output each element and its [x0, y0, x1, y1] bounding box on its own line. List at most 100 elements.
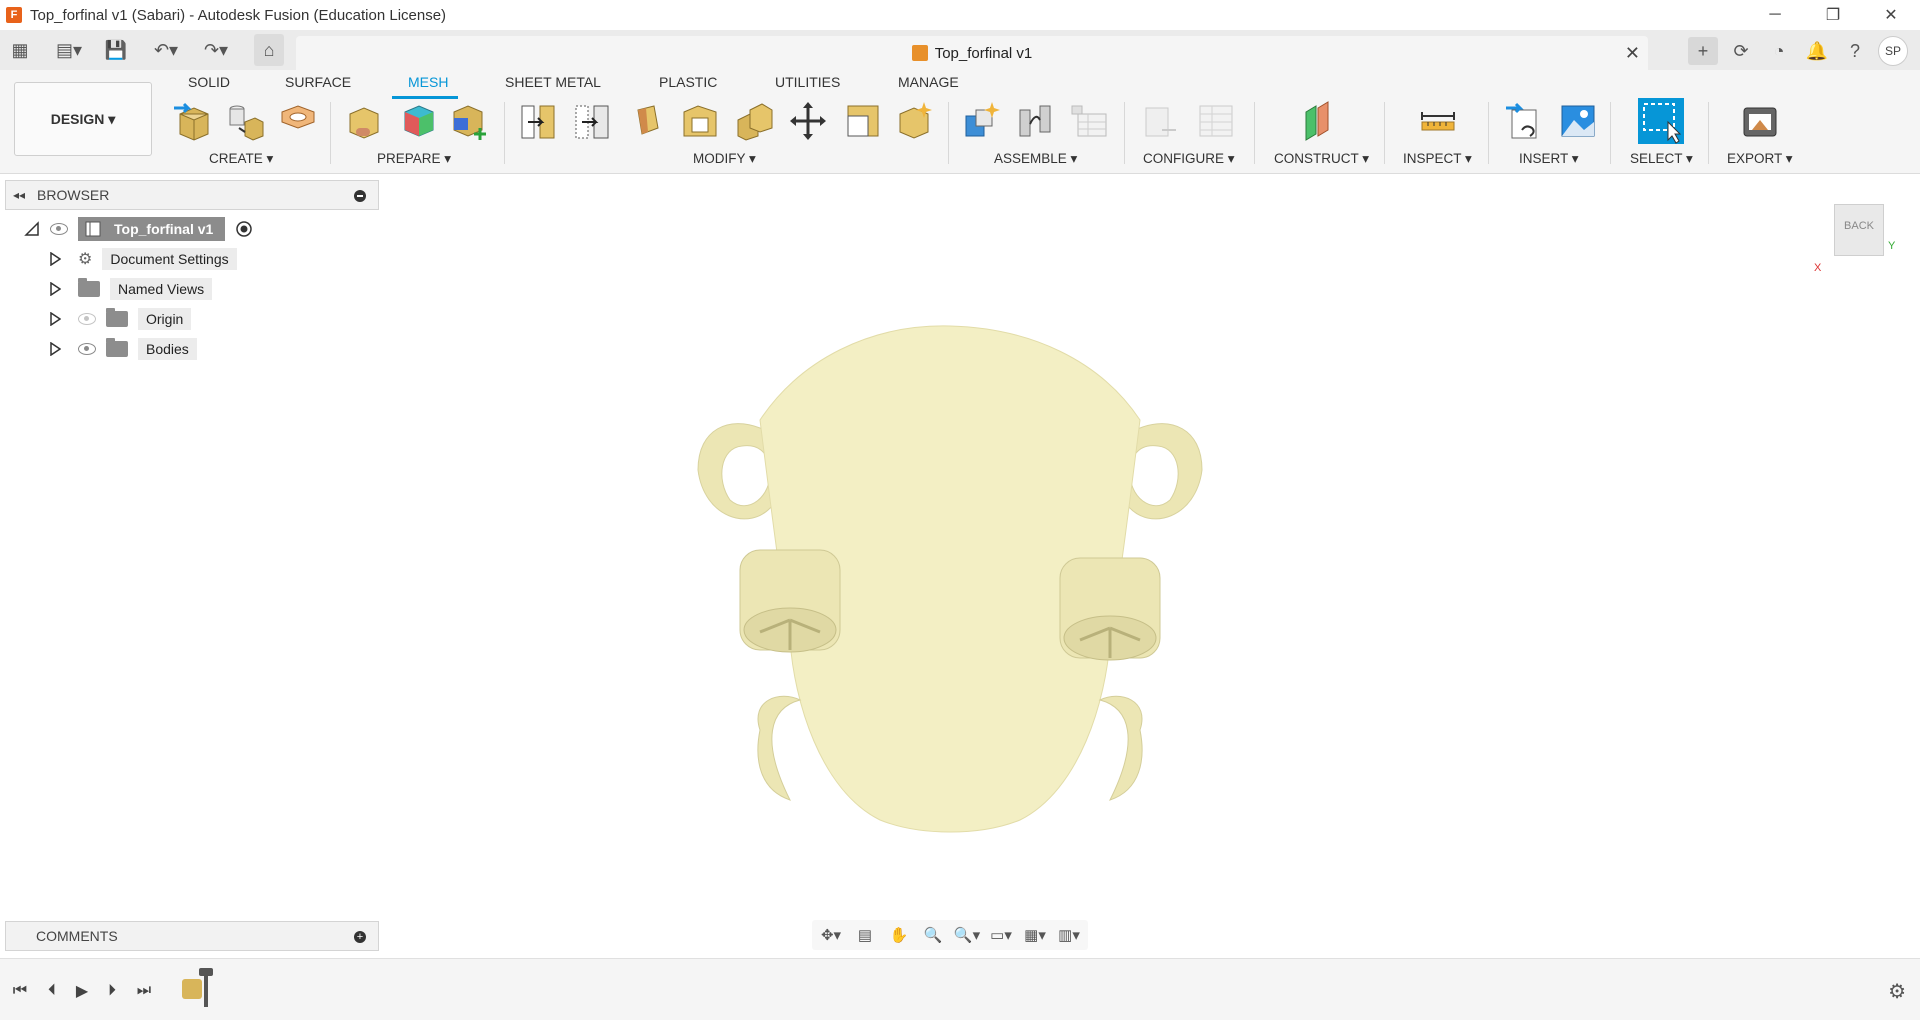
as-built-joint-icon[interactable] [1070, 100, 1110, 142]
tab-surface[interactable]: SURFACE [285, 74, 351, 90]
measure-icon[interactable] [1418, 100, 1458, 142]
browser-root-row[interactable]: Top_forfinal v1 [24, 217, 253, 241]
tab-mesh[interactable]: MESH [408, 74, 448, 90]
minimize-button[interactable]: ─ [1746, 0, 1804, 30]
expand-arrow-icon[interactable] [48, 252, 62, 266]
close-tab-icon[interactable]: ✕ [1625, 43, 1640, 64]
browser-item-origin[interactable]: Origin [48, 307, 192, 331]
export-3d-print-icon[interactable] [1740, 100, 1780, 142]
hidden-eye-icon[interactable] [78, 313, 96, 325]
help-icon[interactable]: ? [1840, 37, 1870, 65]
repair-mesh-icon[interactable] [399, 100, 439, 142]
group-select[interactable]: SELECT ▾ [1630, 151, 1693, 167]
fit-zoom-icon[interactable]: 🔍▾ [952, 922, 982, 948]
offset-plane-icon[interactable] [1298, 100, 1338, 142]
expand-arrow-icon[interactable] [48, 282, 62, 296]
timeline-settings-gear-icon[interactable]: ⚙ [1888, 979, 1906, 1004]
workspace-switcher-button[interactable]: DESIGN ▾ [14, 82, 152, 156]
scale-mesh-icon[interactable] [842, 100, 882, 142]
notifications-bell-icon[interactable]: 🔔 [1802, 37, 1832, 65]
viewports-icon[interactable]: ▥▾ [1054, 922, 1084, 948]
tessellate-icon[interactable] [225, 100, 265, 142]
restore-button[interactable]: ❐ [1804, 0, 1862, 30]
user-avatar[interactable]: SP [1878, 36, 1908, 66]
orbit-icon[interactable]: ✥▾ [816, 922, 846, 948]
expand-arrow-icon[interactable] [48, 342, 62, 356]
group-configure[interactable]: CONFIGURE ▾ [1143, 151, 1235, 167]
look-at-icon[interactable]: ▤ [850, 922, 880, 948]
canvas-image-icon[interactable] [1558, 100, 1598, 142]
browser-item-bodies[interactable]: Bodies [48, 337, 197, 361]
collapse-panel-icon[interactable]: ◂◂ [13, 188, 25, 202]
insert-mesh-icon[interactable] [172, 100, 212, 142]
display-settings-icon[interactable]: ▭▾ [986, 922, 1016, 948]
data-panel-grid-icon[interactable]: ▦ [8, 38, 32, 62]
tab-plastic[interactable]: PLASTIC [659, 74, 717, 90]
browser-item-document-settings[interactable]: ⚙ Document Settings [48, 247, 237, 271]
timeline-first-button[interactable]: ⏮ [8, 979, 32, 1003]
group-insert[interactable]: INSERT ▾ [1519, 151, 1579, 167]
add-comment-icon[interactable]: + [354, 931, 366, 943]
tab-utilities[interactable]: UTILITIES [775, 74, 840, 90]
redo-icon[interactable]: ↷▾ [196, 38, 236, 62]
expand-arrow-icon[interactable] [48, 312, 62, 326]
group-modify[interactable]: MODIFY ▾ [693, 151, 756, 167]
select-window-icon[interactable] [1638, 98, 1684, 144]
minimize-browser-icon[interactable] [354, 190, 366, 202]
visibility-eye-icon[interactable] [78, 343, 96, 355]
timeline-mesh-feature-icon[interactable] [182, 979, 202, 999]
home-icon[interactable]: ⌂ [254, 34, 284, 66]
new-tab-plus-icon[interactable]: + [1688, 37, 1718, 65]
timeline-last-button[interactable]: ⏭ [132, 979, 156, 1003]
mesh-model-viewport[interactable] [690, 320, 1210, 840]
generate-face-groups-icon[interactable] [344, 100, 384, 142]
group-construct[interactable]: CONSTRUCT ▾ [1274, 151, 1369, 167]
group-create[interactable]: CREATE ▾ [209, 151, 273, 167]
browser-item-named-views[interactable]: Named Views [48, 277, 213, 301]
configuration-rows-icon[interactable] [1196, 100, 1236, 142]
move-copy-icon[interactable] [788, 100, 828, 142]
timeline-play-button[interactable]: ▶ [70, 979, 94, 1003]
view-cube[interactable]: BACK X Y [1814, 204, 1895, 274]
file-menu-icon[interactable]: ▤▾ [50, 38, 88, 62]
zoom-icon[interactable]: 🔍 [918, 922, 948, 948]
fusion-logo-icon: F [6, 7, 22, 23]
new-component-icon[interactable] [962, 100, 1002, 142]
separator [1124, 102, 1125, 164]
separator [948, 102, 949, 164]
close-window-button[interactable]: ✕ [1862, 0, 1920, 30]
group-export[interactable]: EXPORT ▾ [1727, 151, 1793, 167]
plane-cut-icon[interactable] [628, 100, 668, 142]
create-face-group-icon[interactable] [278, 100, 318, 142]
remesh-icon[interactable] [518, 100, 558, 142]
pan-hand-icon[interactable]: ✋ [884, 922, 914, 948]
group-prepare[interactable]: PREPARE ▾ [377, 151, 451, 167]
configure-table-icon[interactable] [1140, 100, 1180, 142]
insert-derive-icon[interactable] [1504, 100, 1544, 142]
timeline-marker[interactable] [199, 968, 213, 1007]
group-assemble[interactable]: ASSEMBLE ▾ [994, 151, 1077, 167]
online-status-icon[interactable]: ⟳ [1726, 37, 1756, 65]
shell-icon[interactable] [680, 100, 720, 142]
collapse-triangle-icon[interactable] [24, 221, 40, 237]
undo-icon[interactable]: ↶▾ [146, 38, 186, 62]
joint-icon[interactable] [1016, 100, 1056, 142]
view-cube-face[interactable]: BACK [1834, 204, 1884, 256]
save-icon[interactable]: 💾 [104, 38, 128, 62]
timeline-next-button[interactable]: ⏵ [100, 979, 124, 1003]
tab-manage[interactable]: MANAGE [898, 74, 959, 90]
document-tab[interactable]: Top_forfinal v1 ✕ [296, 36, 1648, 70]
combine-icon[interactable] [734, 100, 774, 142]
convert-mesh-icon[interactable] [450, 100, 490, 142]
visibility-eye-icon[interactable] [50, 223, 68, 235]
smooth-icon[interactable] [894, 100, 934, 142]
activate-radio-icon[interactable] [235, 220, 253, 238]
timeline-previous-button[interactable]: ⏴ [40, 979, 64, 1003]
grid-settings-icon[interactable]: ▦▾ [1020, 922, 1050, 948]
group-inspect[interactable]: INSPECT ▾ [1403, 151, 1472, 167]
tab-sheet-metal[interactable]: SHEET METAL [505, 74, 601, 90]
tab-solid[interactable]: SOLID [188, 74, 230, 90]
right-lower-fin [1098, 695, 1143, 801]
reduce-icon[interactable] [572, 100, 612, 142]
job-status-icon[interactable]: ◔ [1764, 37, 1794, 65]
